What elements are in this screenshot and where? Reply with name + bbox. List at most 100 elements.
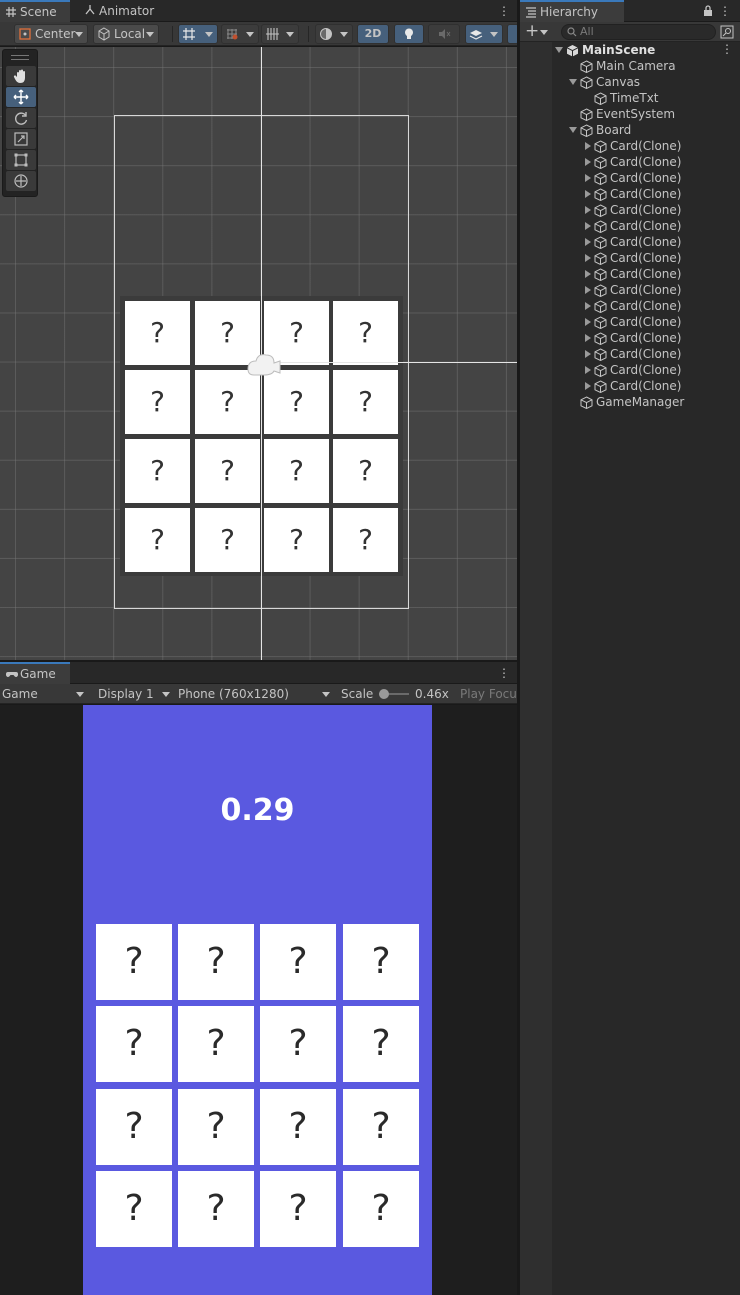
hierarchy-item[interactable]: Main Camera: [520, 58, 740, 74]
fold-open-icon[interactable]: [555, 47, 563, 53]
hierarchy-item[interactable]: Card(Clone): [520, 202, 740, 218]
scale-tool-button[interactable]: [6, 129, 36, 149]
hierarchy-item[interactable]: Card(Clone): [520, 314, 740, 330]
hierarchy-item[interactable]: Card(Clone): [520, 330, 740, 346]
game-card[interactable]: ?: [178, 1006, 254, 1082]
hierarchy-item[interactable]: MainScene: [520, 42, 740, 58]
scene-card[interactable]: ?: [125, 508, 190, 572]
draw-mode-dropdown[interactable]: [315, 24, 353, 44]
scene-card[interactable]: ?: [195, 439, 260, 503]
hierarchy-item[interactable]: Card(Clone): [520, 250, 740, 266]
fold-closed-icon[interactable]: [585, 334, 591, 342]
hierarchy-search-input[interactable]: All: [561, 24, 716, 40]
hand-tool-button[interactable]: [6, 66, 36, 86]
game-card[interactable]: ?: [96, 1089, 172, 1165]
rotate-tool-button[interactable]: [6, 108, 36, 128]
play-focused-toggle[interactable]: Play Focu: [460, 684, 517, 704]
tab-animator[interactable]: Animator: [79, 0, 159, 22]
effects-dropdown[interactable]: [465, 24, 503, 44]
tab-scene[interactable]: Scene: [0, 0, 70, 22]
scene-card[interactable]: ?: [195, 370, 260, 434]
game-card[interactable]: ?: [260, 924, 336, 1000]
2d-mode-button[interactable]: 2D: [357, 24, 389, 44]
rect-tool-button[interactable]: [6, 150, 36, 170]
scene-options-icon[interactable]: ⋮: [721, 42, 733, 56]
fold-closed-icon[interactable]: [585, 142, 591, 150]
fold-closed-icon[interactable]: [585, 318, 591, 326]
fold-open-icon[interactable]: [569, 79, 577, 85]
fold-closed-icon[interactable]: [585, 174, 591, 182]
hierarchy-item[interactable]: Card(Clone): [520, 154, 740, 170]
scene-menu-icon[interactable]: ⋮: [498, 4, 510, 18]
fold-closed-icon[interactable]: [585, 158, 591, 166]
scene-card[interactable]: ?: [333, 439, 398, 503]
game-card[interactable]: ?: [96, 924, 172, 1000]
hierarchy-item[interactable]: Card(Clone): [520, 298, 740, 314]
hierarchy-item[interactable]: EventSystem: [520, 106, 740, 122]
audio-button[interactable]: [428, 24, 460, 44]
game-card[interactable]: ?: [96, 1171, 172, 1247]
hierarchy-item[interactable]: GameManager: [520, 394, 740, 410]
game-menu-icon[interactable]: ⋮: [498, 666, 510, 680]
fold-closed-icon[interactable]: [585, 222, 591, 230]
resolution-dropdown[interactable]: Phone (760x1280): [178, 684, 332, 704]
scene-card[interactable]: ?: [125, 370, 190, 434]
scene-card[interactable]: ?: [264, 439, 329, 503]
hierarchy-item[interactable]: Card(Clone): [520, 362, 740, 378]
scene-card[interactable]: ?: [125, 301, 190, 365]
tab-hierarchy[interactable]: Hierarchy: [520, 0, 624, 22]
hierarchy-item[interactable]: Card(Clone): [520, 218, 740, 234]
lock-icon[interactable]: [703, 5, 713, 17]
hierarchy-menu-icon[interactable]: ⋮: [719, 4, 731, 18]
game-card[interactable]: ?: [343, 924, 419, 1000]
pivot-dropdown[interactable]: Center: [14, 24, 88, 44]
fold-closed-icon[interactable]: [585, 382, 591, 390]
scene-card[interactable]: ?: [195, 508, 260, 572]
transform-tool-button[interactable]: [6, 171, 36, 191]
display-dropdown[interactable]: Display 1: [98, 684, 172, 704]
scene-card[interactable]: ?: [333, 508, 398, 572]
hierarchy-item[interactable]: Card(Clone): [520, 378, 740, 394]
game-card[interactable]: ?: [343, 1171, 419, 1247]
scene-card[interactable]: ?: [125, 439, 190, 503]
grid-visibility-button[interactable]: [261, 24, 299, 44]
fold-closed-icon[interactable]: [585, 350, 591, 358]
fold-closed-icon[interactable]: [585, 270, 591, 278]
game-card[interactable]: ?: [96, 1006, 172, 1082]
game-card[interactable]: ?: [343, 1089, 419, 1165]
scene-view[interactable]: ????????????????: [0, 47, 517, 660]
fold-closed-icon[interactable]: [585, 206, 591, 214]
fold-closed-icon[interactable]: [585, 238, 591, 246]
hierarchy-item[interactable]: Card(Clone): [520, 346, 740, 362]
hierarchy-item[interactable]: TimeTxt: [520, 90, 740, 106]
hierarchy-item[interactable]: Card(Clone): [520, 234, 740, 250]
game-view-dropdown[interactable]: Game: [2, 684, 86, 704]
camera-gizmo-icon[interactable]: [244, 347, 284, 379]
lighting-button[interactable]: [394, 24, 424, 44]
scene-card[interactable]: ?: [264, 370, 329, 434]
game-card[interactable]: ?: [343, 1006, 419, 1082]
scale-slider[interactable]: [379, 689, 409, 699]
game-card[interactable]: ?: [260, 1006, 336, 1082]
create-dropdown[interactable]: +: [525, 21, 553, 41]
hierarchy-item[interactable]: Card(Clone): [520, 138, 740, 154]
hierarchy-item[interactable]: Card(Clone): [520, 170, 740, 186]
scene-card[interactable]: ?: [264, 508, 329, 572]
hierarchy-item[interactable]: Card(Clone): [520, 266, 740, 282]
game-card[interactable]: ?: [178, 1171, 254, 1247]
fold-closed-icon[interactable]: [585, 286, 591, 294]
move-tool-button[interactable]: [6, 87, 36, 107]
game-card[interactable]: ?: [178, 924, 254, 1000]
hierarchy-item[interactable]: Card(Clone): [520, 282, 740, 298]
grid-snap-button[interactable]: [178, 24, 218, 44]
fold-closed-icon[interactable]: [585, 366, 591, 374]
fold-closed-icon[interactable]: [585, 302, 591, 310]
hierarchy-item[interactable]: Board: [520, 122, 740, 138]
fold-closed-icon[interactable]: [585, 254, 591, 262]
scene-card[interactable]: ?: [333, 370, 398, 434]
game-view[interactable]: 0.29 ????????????????: [0, 705, 517, 1295]
hierarchy-item[interactable]: Card(Clone): [520, 186, 740, 202]
fold-open-icon[interactable]: [569, 127, 577, 133]
palette-grip[interactable]: [11, 55, 29, 60]
scale-slider-thumb[interactable]: [379, 689, 389, 699]
